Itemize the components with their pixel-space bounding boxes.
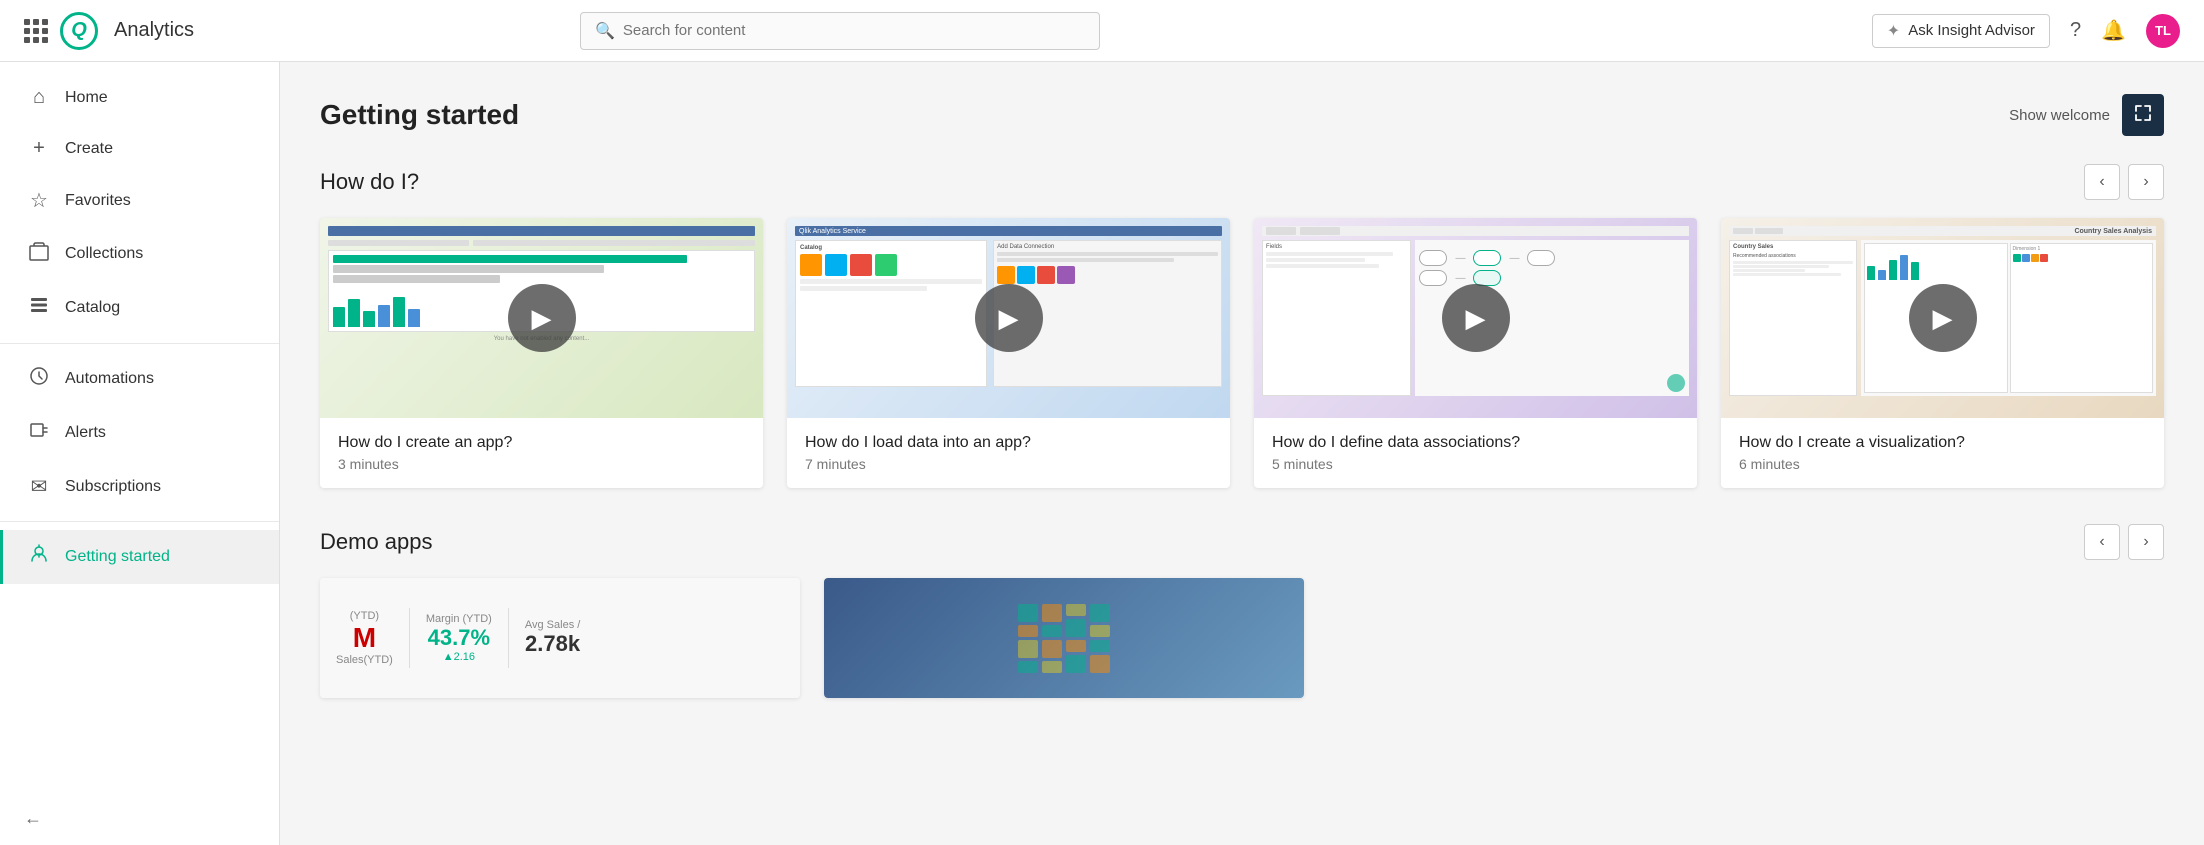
insight-advisor-label: Ask Insight Advisor	[1908, 22, 2035, 39]
collapse-icon: ←	[24, 808, 42, 829]
video-card-0[interactable]: You have not enabled any content... ▶ Ho…	[320, 218, 763, 488]
expand-button[interactable]	[2122, 94, 2164, 136]
sidebar-item-getting-started[interactable]: Getting started	[0, 530, 279, 584]
sidebar-label-home: Home	[65, 89, 108, 107]
insight-advisor-button[interactable]: ✦ Ask Insight Advisor	[1872, 14, 2050, 48]
play-button-3[interactable]: ▶	[1909, 284, 1977, 352]
sidebar-label-favorites: Favorites	[65, 192, 131, 210]
sidebar-label-collections: Collections	[65, 245, 143, 263]
metric-label-0: (YTD)	[336, 610, 393, 622]
play-button-1[interactable]: ▶	[975, 284, 1043, 352]
how-do-i-prev-button[interactable]: ‹	[2084, 164, 2120, 200]
help-button[interactable]: ?	[2070, 19, 2081, 42]
subscriptions-icon: ✉	[27, 474, 51, 499]
page-header: Getting started Show welcome	[320, 94, 2164, 136]
warehouse-image	[824, 578, 1304, 698]
sidebar-item-collections[interactable]: Collections	[0, 227, 279, 281]
sidebar-item-automations[interactable]: Automations	[0, 352, 279, 406]
page-title: Getting started	[320, 99, 519, 131]
show-welcome-button[interactable]: Show welcome	[2009, 107, 2110, 124]
avatar[interactable]: TL	[2146, 14, 2180, 48]
sidebar-item-favorites[interactable]: ☆ Favorites	[0, 174, 279, 227]
video-duration-1: 7 minutes	[805, 456, 1212, 472]
qlik-q-mark: Q	[60, 12, 98, 50]
demo-card-1[interactable]	[824, 578, 1304, 698]
video-card-1[interactable]: Qlik Analytics Service Catalog	[787, 218, 1230, 488]
sidebar-divider-2	[0, 521, 279, 522]
video-title-3: How do I create a visualization?	[1739, 434, 2146, 452]
metric-value-1: 43.7%	[426, 625, 492, 651]
search-input[interactable]	[623, 22, 1085, 39]
metric-label-1: Margin (YTD)	[426, 613, 492, 625]
demo-apps-section: Demo apps ‹ › (YTD) M	[320, 524, 2164, 698]
alerts-icon	[27, 420, 51, 446]
demo-apps-title: Demo apps	[320, 529, 433, 555]
video-title-0: How do I create an app?	[338, 434, 745, 452]
play-button-0[interactable]: ▶	[508, 284, 576, 352]
metric-value-2: 2.78k	[525, 631, 580, 657]
video-card-3[interactable]: Country Sales Analysis Country Sales Rec…	[1721, 218, 2164, 488]
sidebar-label-getting-started: Getting started	[65, 548, 170, 566]
search-bar[interactable]: 🔍	[580, 12, 1100, 50]
metric-sub-1: ▲2.16	[426, 651, 492, 663]
video-duration-0: 3 minutes	[338, 456, 745, 472]
expand-icon	[2134, 104, 2152, 127]
catalog-icon	[27, 295, 51, 321]
sidebar-label-alerts: Alerts	[65, 424, 106, 442]
metric-value-0: M	[336, 622, 393, 654]
video-cards-row: You have not enabled any content... ▶ Ho…	[320, 218, 2164, 488]
top-navigation: Q Analytics 🔍 ✦ Ask Insight Advisor ? 🔔 …	[0, 0, 2204, 62]
sidebar-label-create: Create	[65, 140, 113, 158]
home-icon: ⌂	[27, 86, 51, 109]
sidebar-item-alerts[interactable]: Alerts	[0, 406, 279, 460]
sidebar-item-catalog[interactable]: Catalog	[0, 281, 279, 335]
sidebar-label-catalog: Catalog	[65, 299, 120, 317]
sidebar-item-create[interactable]: + Create	[0, 123, 279, 174]
app-name: Analytics	[114, 19, 194, 42]
main-content: Getting started Show welcome How do I? ‹…	[280, 62, 2204, 845]
how-do-i-title: How do I?	[320, 169, 419, 195]
apps-grid-icon[interactable]	[24, 19, 48, 43]
notifications-button[interactable]: 🔔	[2101, 18, 2126, 43]
metric-label-2: Avg Sales /	[525, 619, 580, 631]
sidebar-collapse-button[interactable]: ←	[0, 792, 279, 845]
demo-apps-next-button[interactable]: ›	[2128, 524, 2164, 560]
sidebar-label-subscriptions: Subscriptions	[65, 478, 161, 496]
demo-card-0[interactable]: (YTD) M Sales(YTD) Margin (YTD) 43.7% ▲2…	[320, 578, 800, 698]
sidebar: ⌂ Home + Create ☆ Favorites Collections …	[0, 62, 280, 845]
search-icon: 🔍	[595, 21, 615, 41]
getting-started-icon	[27, 544, 51, 570]
how-do-i-section: How do I? ‹ ›	[320, 164, 2164, 488]
video-title-2: How do I define data associations?	[1272, 434, 1679, 452]
video-card-2[interactable]: Fields —	[1254, 218, 1697, 488]
sidebar-item-subscriptions[interactable]: ✉ Subscriptions	[0, 460, 279, 513]
video-duration-3: 6 minutes	[1739, 456, 2146, 472]
sidebar-divider-1	[0, 343, 279, 344]
collections-icon	[27, 241, 51, 267]
favorites-icon: ☆	[27, 188, 51, 213]
insight-advisor-icon: ✦	[1887, 21, 1900, 41]
play-button-2[interactable]: ▶	[1442, 284, 1510, 352]
video-title-1: How do I load data into an app?	[805, 434, 1212, 452]
qlik-logo[interactable]: Q	[60, 12, 98, 50]
sidebar-item-home[interactable]: ⌂ Home	[0, 72, 279, 123]
video-duration-2: 5 minutes	[1272, 456, 1679, 472]
automations-icon	[27, 366, 51, 392]
sidebar-label-automations: Automations	[65, 370, 154, 388]
how-do-i-next-button[interactable]: ›	[2128, 164, 2164, 200]
demo-apps-prev-button[interactable]: ‹	[2084, 524, 2120, 560]
demo-apps-row: (YTD) M Sales(YTD) Margin (YTD) 43.7% ▲2…	[320, 578, 2164, 698]
metric-sub-0: Sales(YTD)	[336, 654, 393, 666]
create-icon: +	[27, 137, 51, 160]
